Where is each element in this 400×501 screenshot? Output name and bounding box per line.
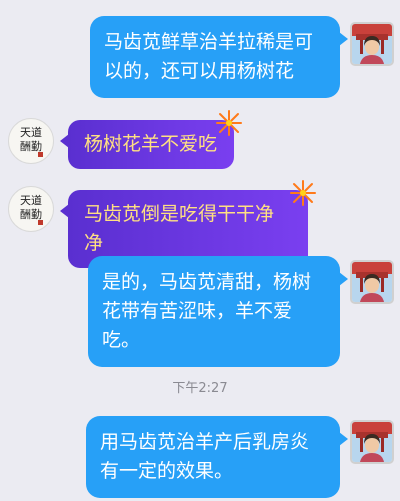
- message-text: 杨树花羊不爱吃: [84, 133, 218, 155]
- svg-text:酬勤: 酬勤: [20, 140, 42, 153]
- user-photo-icon: [352, 422, 392, 462]
- message-text: 马齿苋鲜草治羊拉稀是可以的，还可以用杨树花: [104, 31, 314, 82]
- user-avatar[interactable]: [350, 22, 394, 66]
- calligraphy-logo-icon: 天道 酬勤: [20, 193, 43, 225]
- user-avatar[interactable]: [350, 420, 394, 464]
- svg-text:天道: 天道: [20, 193, 42, 207]
- peer-avatar[interactable]: 天道 酬勤: [8, 186, 54, 232]
- message-row: 天道 酬勤 马齿苋倒是吃得干干净净: [0, 180, 400, 268]
- user-photo-icon: [352, 24, 392, 64]
- svg-text:天道: 天道: [20, 125, 42, 139]
- user-photo-icon: [352, 262, 392, 302]
- firework-decoration-icon: [216, 110, 242, 136]
- chat-thread[interactable]: 马齿苋鲜草治羊拉稀是可以的，还可以用杨树花 天道 酬勤 杨树花羊不爱吃 天道 酬…: [0, 0, 400, 501]
- user-message-bubble[interactable]: 用马齿苋治羊产后乳房炎有一定的效果。: [86, 416, 348, 498]
- svg-text:酬勤: 酬勤: [20, 208, 42, 221]
- message-row: 用马齿苋治羊产后乳房炎有一定的效果。: [0, 416, 400, 498]
- message-text: 是的，马齿苋清甜，杨树花带有苦涩味，羊不爱吃。: [102, 271, 312, 351]
- calligraphy-logo-icon: 天道 酬勤: [20, 125, 43, 157]
- message-text: 用马齿苋治羊产后乳房炎有一定的效果。: [100, 431, 310, 482]
- user-message-bubble[interactable]: 马齿苋鲜草治羊拉稀是可以的，还可以用杨树花: [90, 16, 348, 98]
- message-text: 马齿苋倒是吃得干干净净: [84, 203, 275, 254]
- user-avatar[interactable]: [350, 260, 394, 304]
- firework-decoration-icon: [290, 180, 316, 206]
- user-message-bubble[interactable]: 是的，马齿苋清甜，杨树花带有苦涩味，羊不爱吃。: [88, 256, 348, 367]
- message-row: 马齿苋鲜草治羊拉稀是可以的，还可以用杨树花: [0, 16, 400, 98]
- message-row: 是的，马齿苋清甜，杨树花带有苦涩味，羊不爱吃。: [0, 256, 400, 367]
- message-row: 天道 酬勤 杨树花羊不爱吃: [0, 110, 400, 169]
- peer-message-bubble[interactable]: 杨树花羊不爱吃: [60, 110, 242, 169]
- timestamp: 下午2:27: [172, 381, 228, 396]
- peer-avatar[interactable]: 天道 酬勤: [8, 118, 54, 164]
